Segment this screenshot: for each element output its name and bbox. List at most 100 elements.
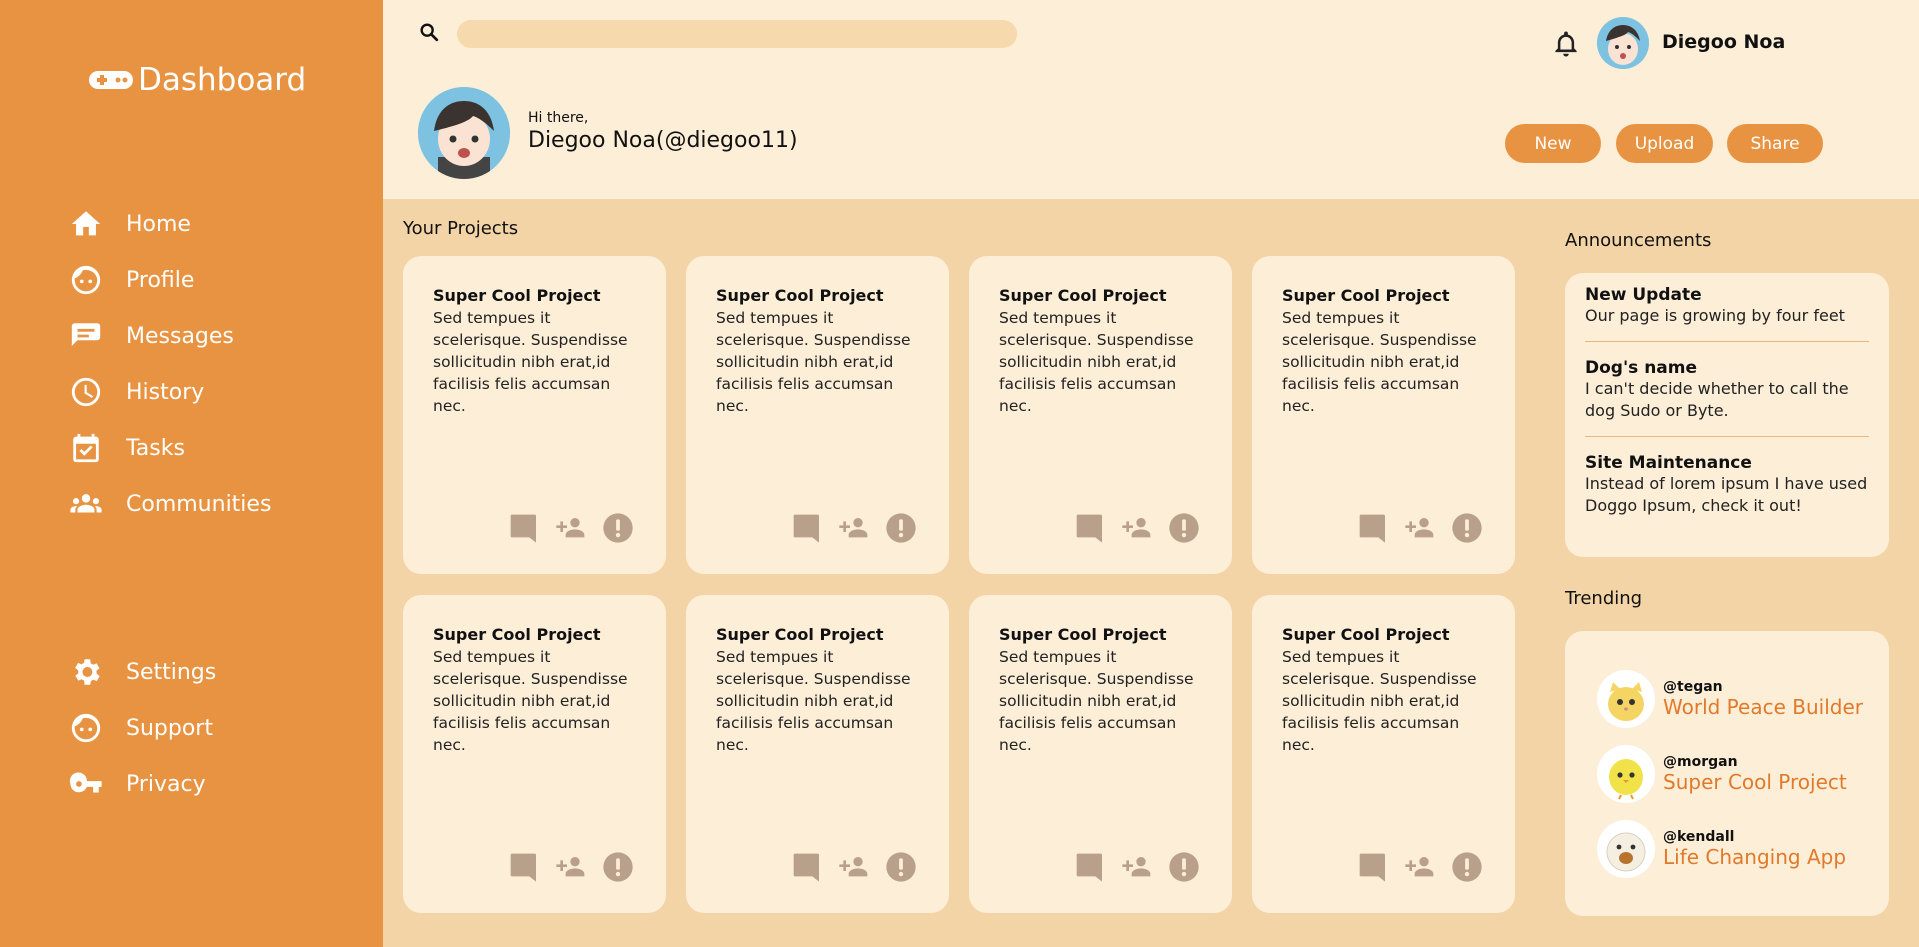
sidebar-item-communities[interactable]: Communities [68, 476, 271, 532]
project-actions [791, 512, 917, 544]
project-description: Sed tempues it scelerisque. Suspendisse … [1282, 309, 1477, 415]
sidebar-item-profile[interactable]: Profile [68, 252, 271, 308]
project-card[interactable]: Super Cool Project Sed tempues it sceleri… [1252, 595, 1515, 913]
search-icon[interactable] [418, 21, 440, 43]
project-title: Super Cool Project [1282, 625, 1450, 644]
gamepad-icon [89, 71, 133, 89]
upload-button[interactable]: Upload [1616, 124, 1713, 163]
brand-name: Dashboard [138, 62, 307, 98]
trending-item[interactable]: @tegan World Peace Builder [1597, 670, 1863, 728]
project-description: Sed tempues it scelerisque. Suspendisse … [716, 309, 911, 415]
project-card[interactable]: Super Cool Project Sed tempues it sceleri… [686, 595, 949, 913]
sidebar-item-history[interactable]: History [68, 364, 271, 420]
sidebar-item-label: History [126, 379, 205, 405]
trending-project-link[interactable]: Life Changing App [1663, 845, 1846, 869]
project-card[interactable]: Super Cool Project Sed tempues it sceleri… [403, 256, 666, 574]
user-name[interactable]: Diegoo Noa [1662, 31, 1785, 53]
announcement-text: I can't decide whether to call the dog S… [1585, 379, 1849, 420]
sidebar-item-settings[interactable]: Settings [68, 644, 216, 700]
announcements-title: Announcements [1565, 230, 1712, 251]
alert-icon[interactable] [1451, 512, 1483, 544]
alert-icon[interactable] [602, 851, 634, 883]
add-people-icon[interactable] [1401, 851, 1439, 883]
comment-icon[interactable] [1357, 512, 1389, 544]
clock-icon [68, 374, 104, 410]
avatar [1597, 820, 1655, 878]
profile-name: Diegoo Noa(@diegoo11) [528, 128, 798, 153]
trending-project-link[interactable]: Super Cool Project [1663, 770, 1847, 794]
header: Diegoo Noa Hi there, Diegoo Noa(@diegoo1… [383, 0, 1919, 199]
avatar[interactable] [1597, 17, 1649, 69]
trending-item[interactable]: @morgan Super Cool Project [1597, 745, 1847, 803]
project-card[interactable]: Super Cool Project Sed tempues it sceleri… [969, 595, 1232, 913]
project-title: Super Cool Project [999, 625, 1167, 644]
brand-logo[interactable]: Dashboard [88, 62, 306, 98]
alert-icon[interactable] [1168, 851, 1200, 883]
add-people-icon[interactable] [835, 851, 873, 883]
project-card[interactable]: Super Cool Project Sed tempues it sceleri… [1252, 256, 1515, 574]
add-people-icon[interactable] [552, 512, 590, 544]
project-description: Sed tempues it scelerisque. Suspendisse … [433, 648, 628, 754]
sidebar-item-privacy[interactable]: Privacy [68, 756, 216, 812]
trending-project-link[interactable]: World Peace Builder [1663, 695, 1863, 719]
announcement-item[interactable]: Site Maintenance Instead of lorem ipsum … [1585, 453, 1869, 531]
sidebar-item-label: Support [126, 715, 213, 741]
announcement-item[interactable]: Dog's name I can't decide whether to cal… [1585, 358, 1869, 437]
greeting-text: Hi there, [528, 110, 589, 126]
project-card[interactable]: Super Cool Project Sed tempues it sceleri… [403, 595, 666, 913]
comment-icon[interactable] [1357, 851, 1389, 883]
project-actions [1074, 851, 1200, 883]
face-icon [68, 262, 104, 298]
announcement-text: Our page is growing by four feet [1585, 306, 1845, 325]
comment-icon[interactable] [791, 851, 823, 883]
alert-icon[interactable] [885, 512, 917, 544]
project-card[interactable]: Super Cool Project Sed tempues it sceleri… [969, 256, 1232, 574]
avatar [1597, 745, 1655, 803]
gear-icon [68, 654, 104, 690]
new-button[interactable]: New [1505, 124, 1601, 163]
announcement-title: Site Maintenance [1585, 453, 1752, 473]
alert-icon[interactable] [885, 851, 917, 883]
sidebar-item-home[interactable]: Home [68, 196, 271, 252]
alert-icon[interactable] [602, 512, 634, 544]
trending-panel: @tegan World Peace Builder @morgan Super… [1565, 631, 1889, 916]
project-description: Sed tempues it scelerisque. Suspendisse … [999, 309, 1194, 415]
sidebar-item-tasks[interactable]: Tasks [68, 420, 271, 476]
project-card[interactable]: Super Cool Project Sed tempues it sceleri… [686, 256, 949, 574]
calendar-check-icon [68, 430, 104, 466]
face-icon [68, 710, 104, 746]
add-people-icon[interactable] [1118, 512, 1156, 544]
comment-icon[interactable] [791, 512, 823, 544]
add-people-icon[interactable] [835, 512, 873, 544]
project-description: Sed tempues it scelerisque. Suspendisse … [1282, 648, 1477, 754]
announcements-panel: New Update Our page is growing by four f… [1565, 273, 1889, 557]
comment-icon[interactable] [508, 851, 540, 883]
trending-item[interactable]: @kendall Life Changing App [1597, 820, 1846, 878]
sidebar-nav-main: Home Profile Messages History Tasks Comm… [68, 196, 271, 532]
profile-avatar[interactable] [418, 87, 510, 179]
project-title: Super Cool Project [1282, 286, 1450, 305]
sidebar-item-label: Communities [126, 491, 272, 517]
home-icon [68, 206, 104, 242]
search-input[interactable] [457, 20, 1017, 48]
sidebar-item-label: Settings [126, 659, 217, 685]
share-button[interactable]: Share [1727, 124, 1823, 163]
comment-icon[interactable] [1074, 512, 1106, 544]
comment-icon[interactable] [1074, 851, 1106, 883]
trending-handle: @kendall [1663, 829, 1735, 845]
add-people-icon[interactable] [1118, 851, 1156, 883]
alert-icon[interactable] [1451, 851, 1483, 883]
alert-icon[interactable] [1168, 512, 1200, 544]
bell-icon[interactable] [1551, 28, 1581, 60]
project-actions [1357, 512, 1483, 544]
sidebar-item-support[interactable]: Support [68, 700, 216, 756]
sidebar-nav-secondary: Settings Support Privacy [68, 644, 216, 812]
announcement-item[interactable]: New Update Our page is growing by four f… [1585, 285, 1869, 342]
sidebar: Dashboard Home Profile Messages History … [0, 0, 383, 947]
messages-icon [68, 318, 104, 354]
project-title: Super Cool Project [716, 625, 884, 644]
add-people-icon[interactable] [1401, 512, 1439, 544]
sidebar-item-messages[interactable]: Messages [68, 308, 271, 364]
add-people-icon[interactable] [552, 851, 590, 883]
comment-icon[interactable] [508, 512, 540, 544]
